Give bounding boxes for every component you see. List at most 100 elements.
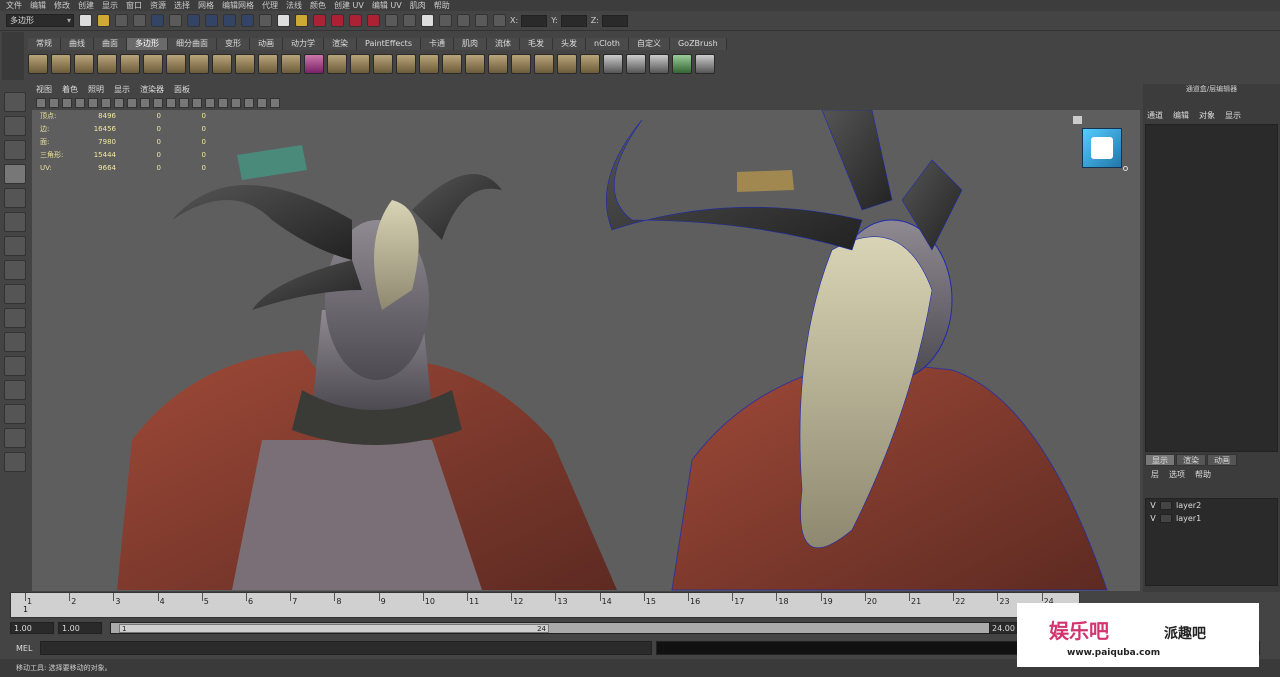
menu-2[interactable]: 修改 (54, 0, 70, 11)
uv-editor-icon[interactable] (695, 54, 715, 74)
shelf-side-toggle[interactable] (2, 32, 24, 80)
safe-action-icon[interactable] (153, 98, 163, 108)
layer-tab-2[interactable]: 动画 (1207, 454, 1237, 466)
construction-history-icon[interactable] (259, 14, 272, 27)
safe-title-icon[interactable] (166, 98, 176, 108)
extract-icon[interactable] (304, 54, 324, 74)
textured-icon[interactable] (218, 98, 228, 108)
insert-edge-loop-icon[interactable] (511, 54, 531, 74)
gate-mask-icon[interactable] (127, 98, 137, 108)
viewport-3d[interactable]: 顶点: 8496 0 0 边: 16456 0 0 面: 7980 0 0 三角形: 15444 0 0 UV:… (32, 110, 1140, 591)
open-scene-icon[interactable] (97, 14, 110, 27)
poly-cone-icon[interactable] (97, 54, 117, 74)
menu-10[interactable]: 代理 (262, 0, 278, 11)
image-plane-icon[interactable] (75, 98, 85, 108)
field-chart-icon[interactable] (140, 98, 150, 108)
shelf-tab-16[interactable]: 自定义 (628, 37, 670, 50)
poly-torus-icon[interactable] (143, 54, 163, 74)
panel-menu-4[interactable]: 渲染器 (140, 84, 164, 95)
layout-four-icon[interactable] (403, 14, 416, 27)
z-field[interactable] (601, 14, 628, 27)
snap-curve-icon[interactable] (205, 14, 218, 27)
layout-single-pane-icon[interactable] (4, 332, 26, 352)
menu-15[interactable]: 肌肉 (410, 0, 426, 11)
shelf-tab-3[interactable]: 多边形 (127, 37, 168, 50)
render-icon[interactable] (313, 14, 326, 27)
x-field[interactable] (521, 14, 548, 27)
select-component-icon[interactable] (169, 14, 182, 27)
layer-menu-0[interactable]: 层 (1151, 469, 1159, 480)
universal-manipulator-icon[interactable] (4, 236, 26, 256)
layout-outliner-icon[interactable] (4, 428, 26, 448)
shelf-tab-17[interactable]: GoZBrush (669, 37, 727, 50)
shelf-tab-15[interactable]: nCloth (586, 37, 629, 50)
current-frame-marker[interactable]: 1 (23, 605, 28, 614)
range-slider-handle[interactable]: 1 24 (119, 624, 549, 633)
time-slider[interactable]: 1 2 3 4 5 6 7 8 9 10 11 12 13 14 15 16 17 18 19 20 21 22 23 24 1 (10, 592, 1080, 618)
poly-sphere-icon[interactable] (28, 54, 48, 74)
move-tool-icon[interactable] (4, 164, 26, 184)
split-polygon-icon[interactable] (488, 54, 508, 74)
combine-icon[interactable] (212, 54, 232, 74)
channel-menu-1[interactable]: 编辑 (1173, 110, 1189, 121)
mel-input[interactable] (40, 641, 652, 655)
shelf-tab-0[interactable]: 常规 (28, 37, 61, 50)
start-time-field[interactable]: 1.00 (10, 622, 54, 634)
menu-7[interactable]: 选择 (174, 0, 190, 11)
menu-14[interactable]: 编辑 UV (372, 0, 402, 11)
snap-grid-icon[interactable] (187, 14, 200, 27)
menu-9[interactable]: 编辑网格 (222, 0, 254, 11)
shelf-tab-7[interactable]: 动力学 (283, 37, 324, 50)
snap-point-icon[interactable] (223, 14, 236, 27)
layer-tab-1[interactable]: 渲染 (1176, 454, 1206, 466)
rotate-tool-icon[interactable] (4, 188, 26, 208)
shelf-tab-12[interactable]: 流体 (487, 37, 520, 50)
auto-mapping-icon[interactable] (672, 54, 692, 74)
layout-hypershade-icon[interactable] (4, 452, 26, 472)
mode-selector[interactable]: 多边形 ▾ (6, 14, 74, 27)
poly-cube-icon[interactable] (51, 54, 71, 74)
channel-menu-0[interactable]: 通道 (1147, 110, 1163, 121)
select-object-icon[interactable] (151, 14, 164, 27)
bridge-icon[interactable] (419, 54, 439, 74)
range-slider[interactable]: 1 24 (110, 622, 990, 634)
menu-6[interactable]: 资源 (150, 0, 166, 11)
channel-box-icon[interactable] (475, 14, 488, 27)
planar-mapping-icon[interactable] (603, 54, 623, 74)
fill-hole-icon[interactable] (465, 54, 485, 74)
merge-icon[interactable] (580, 54, 600, 74)
panel-menu-3[interactable]: 显示 (114, 84, 130, 95)
layer-menu-2[interactable]: 帮助 (1195, 469, 1211, 480)
layer-color-swatch[interactable] (1160, 514, 1172, 523)
poly-pyramid-icon[interactable] (166, 54, 186, 74)
menu-5[interactable]: 窗口 (126, 0, 142, 11)
shelf-tab-1[interactable]: 曲线 (61, 37, 94, 50)
save-scene-icon[interactable] (115, 14, 128, 27)
shadows-icon[interactable] (244, 98, 254, 108)
layout-single-icon[interactable] (385, 14, 398, 27)
offset-edge-loop-icon[interactable] (534, 54, 554, 74)
panel-menu-0[interactable]: 视图 (36, 84, 52, 95)
scale-tool-icon[interactable] (4, 212, 26, 232)
snap-plane-icon[interactable] (241, 14, 254, 27)
poly-pipe-icon[interactable] (189, 54, 209, 74)
hypershade-icon[interactable] (367, 14, 380, 27)
shelf-tab-13[interactable]: 毛发 (520, 37, 553, 50)
panel-menu-2[interactable]: 照明 (88, 84, 104, 95)
bookmark-icon[interactable] (62, 98, 72, 108)
layer-color-swatch[interactable] (1160, 501, 1172, 510)
lock-icon[interactable] (295, 14, 308, 27)
channel-menu-2[interactable]: 对象 (1199, 110, 1215, 121)
poly-plane-icon[interactable] (120, 54, 140, 74)
xray-icon[interactable] (257, 98, 267, 108)
outliner-icon[interactable] (421, 14, 434, 27)
smooth-shade-icon[interactable] (192, 98, 202, 108)
playback-start-field[interactable]: 1.00 (58, 622, 102, 634)
new-scene-icon[interactable] (79, 14, 92, 27)
shelf-tab-14[interactable]: 头发 (553, 37, 586, 50)
shelf-tab-10[interactable]: 卡通 (421, 37, 454, 50)
layer-menu-1[interactable]: 选项 (1169, 469, 1185, 480)
isolate-select-icon[interactable] (270, 98, 280, 108)
camera-lock-icon[interactable] (49, 98, 59, 108)
wireframe-icon[interactable] (179, 98, 189, 108)
